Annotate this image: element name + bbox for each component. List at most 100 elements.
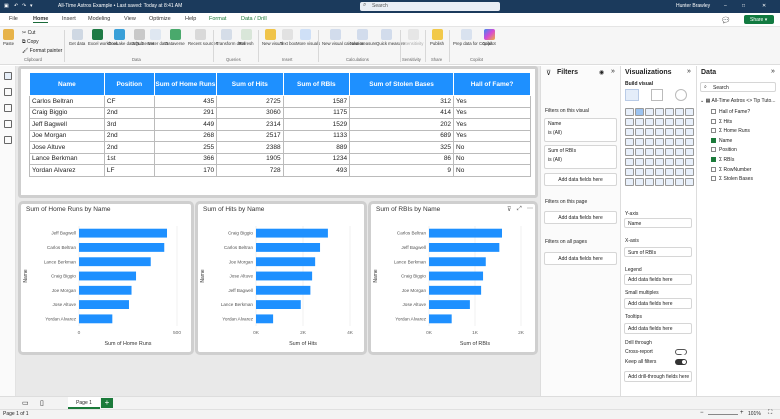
visual-type-icon[interactable]	[665, 178, 674, 186]
visual-type-icon[interactable]	[655, 138, 664, 146]
visual-type-icon[interactable]	[655, 148, 664, 156]
visual-type-icon[interactable]	[645, 178, 654, 186]
save-icon[interactable]: ▾	[30, 3, 33, 9]
filter-card-name[interactable]: Name is (All)	[544, 118, 617, 142]
visual-type-icon[interactable]	[645, 168, 654, 176]
table-row[interactable]: Craig Biggio 2nd 291 3060 1175 414 Yes	[29, 106, 531, 119]
page-tab[interactable]: Page 1	[68, 397, 100, 409]
menu-format[interactable]: Format	[209, 16, 226, 22]
redo-icon[interactable]: ↷	[22, 3, 26, 9]
eye-icon[interactable]: ◉	[599, 69, 604, 76]
visual-type-icon[interactable]	[635, 138, 644, 146]
menu-home[interactable]: Home	[33, 16, 49, 23]
visual-type-icon[interactable]	[625, 148, 634, 156]
col-header-hall-of-fame[interactable]: Hall of Fame?	[453, 72, 531, 96]
new-visual-button[interactable]: New visual	[262, 29, 283, 47]
visual-type-icon[interactable]	[635, 128, 644, 136]
field-checkbox[interactable]	[711, 166, 716, 172]
visual-type-icon[interactable]	[665, 128, 674, 136]
legend-field[interactable]: Add data fields here	[624, 274, 692, 285]
visual-type-icon[interactable]	[625, 168, 634, 176]
add-page-button[interactable]: +	[101, 398, 113, 408]
visual-type-icon[interactable]	[635, 178, 644, 186]
visual-type-icon[interactable]	[665, 138, 674, 146]
visual-type-icon[interactable]	[685, 118, 694, 126]
table-row[interactable]: Joe Morgan 2nd 268 2517 1133 689 Yes	[29, 129, 531, 142]
field-checkbox[interactable]	[711, 137, 716, 143]
close-icon[interactable]: ✕	[762, 3, 766, 9]
add-page-filter-field[interactable]: Add data fields here	[544, 211, 617, 224]
recent-sources-button[interactable]: Recent sources	[188, 29, 218, 47]
fit-page-icon[interactable]: ⛶	[768, 410, 772, 417]
excel-button[interactable]: Excel workbook	[88, 29, 118, 47]
field-item[interactable]: Σ Hits	[711, 118, 732, 125]
visual-type-icon[interactable]	[645, 118, 654, 126]
visual-type-icon[interactable]	[665, 168, 674, 176]
sql-server-button[interactable]: SQL Server	[132, 29, 154, 47]
col-header-name[interactable]: Name	[29, 72, 105, 96]
field-checkbox[interactable]	[711, 128, 716, 134]
add-visual-filter-field[interactable]: Add data fields here	[544, 173, 617, 186]
col-header-rbis[interactable]: Sum of RBIs	[282, 72, 351, 96]
visual-type-icon[interactable]	[655, 178, 664, 186]
collapse-viz-icon[interactable]: »	[687, 68, 691, 75]
visual-type-icon[interactable]	[655, 128, 664, 136]
field-checkbox[interactable]	[711, 157, 716, 162]
dax-query-icon[interactable]	[4, 120, 12, 128]
visual-type-icon[interactable]	[675, 138, 684, 146]
drill-through-field[interactable]: Add drill-through fields here	[624, 371, 692, 382]
visual-type-icon[interactable]	[675, 128, 684, 136]
share-button[interactable]: Share ▾	[744, 15, 774, 24]
x-axis-field[interactable]: Sum of RBIs	[624, 247, 692, 257]
analytics-tab-icon[interactable]	[675, 89, 687, 101]
zoom-out-icon[interactable]: −	[700, 410, 704, 416]
visual-type-icon[interactable]	[635, 158, 644, 166]
enter-data-button[interactable]: Enter data	[148, 29, 168, 47]
more-visuals-button[interactable]: More visuals	[296, 29, 320, 47]
visual-type-icon[interactable]	[635, 108, 644, 116]
search-box[interactable]: ⌕ Search	[360, 2, 500, 11]
visual-type-icon[interactable]	[685, 128, 694, 136]
new-measure-button[interactable]: New measure	[350, 29, 377, 47]
visual-type-icon[interactable]	[635, 168, 644, 176]
field-item[interactable]: Σ Stolen Bases	[711, 176, 753, 182]
visual-type-icon[interactable]	[635, 118, 644, 126]
field-item[interactable]: Σ RowNumber	[711, 166, 751, 173]
visual-type-icon[interactable]	[625, 158, 634, 166]
table-view-icon[interactable]	[4, 88, 12, 96]
visual-type-icon[interactable]	[665, 158, 674, 166]
menu-help[interactable]: Help	[185, 16, 196, 22]
cross-report-toggle[interactable]	[675, 349, 687, 355]
user-name[interactable]: Hunter Brawley	[676, 3, 710, 9]
visual-type-icon[interactable]	[675, 118, 684, 126]
filter-card-rbis[interactable]: Sum of RBIs is (All)	[544, 145, 617, 169]
visual-type-icon[interactable]	[625, 138, 634, 146]
add-all-filter-field[interactable]: Add data fields here	[544, 252, 617, 265]
visual-type-icon[interactable]	[675, 148, 684, 156]
keep-all-filters-toggle[interactable]	[675, 359, 687, 365]
visual-type-icon[interactable]	[655, 158, 664, 166]
field-item[interactable]: Name	[711, 137, 732, 144]
col-header-stolen-bases[interactable]: Sum of Stolen Bases	[349, 72, 455, 96]
col-header-home-runs[interactable]: Sum of Home Runs	[153, 72, 218, 96]
chart-home-runs[interactable]: Sum of Home Runs by Name 0 500 Jeff Bagwel…	[18, 201, 194, 355]
menu-insert[interactable]: Insert	[62, 16, 76, 22]
visual-type-icon[interactable]	[685, 108, 694, 116]
visual-type-icon[interactable]	[635, 148, 644, 156]
visual-type-icon[interactable]	[625, 128, 634, 136]
zoom-in-icon[interactable]: +	[740, 410, 744, 416]
visual-type-icon[interactable]	[685, 158, 694, 166]
publish-button[interactable]: Publish	[429, 29, 445, 47]
visual-type-icon[interactable]	[655, 168, 664, 176]
get-data-button[interactable]: Get data	[68, 29, 86, 47]
table-row[interactable]: Lance Berkman 1st 366 1905 1234 86 No	[29, 152, 531, 165]
dataverse-button[interactable]: Dataverse	[164, 29, 186, 47]
collapse-data-icon[interactable]: »	[771, 68, 775, 75]
visual-type-icon[interactable]	[625, 118, 634, 126]
tmdl-view-icon[interactable]	[4, 136, 12, 144]
comment-icon[interactable]: 💬	[722, 17, 729, 24]
desktop-layout-icon[interactable]: ▭	[22, 399, 29, 407]
new-visual-calculation-button[interactable]: New visual calculation	[322, 29, 364, 47]
model-view-icon[interactable]	[4, 104, 12, 112]
menu-data-drill[interactable]: Data / Drill	[241, 16, 267, 22]
